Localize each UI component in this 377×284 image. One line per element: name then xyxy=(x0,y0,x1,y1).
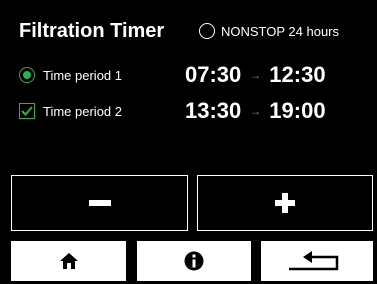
time-period-2-end[interactable]: 19:00 xyxy=(269,98,325,124)
radio-selected-dot xyxy=(23,71,31,79)
minus-icon xyxy=(88,200,111,206)
back-button[interactable] xyxy=(261,241,373,281)
time-period-row-2[interactable]: Time period 2 13:30 → 19:00 xyxy=(19,98,326,124)
nonstop-label: NONSTOP 24 hours xyxy=(221,23,340,39)
plus-icon xyxy=(275,193,295,213)
time-period-row-1[interactable]: Time period 1 07:30 → 12:30 xyxy=(19,62,326,88)
home-button[interactable] xyxy=(11,241,126,281)
page-title: Filtration Timer xyxy=(19,20,165,42)
info-icon xyxy=(184,251,204,271)
time-period-1-start[interactable]: 07:30 xyxy=(185,62,241,88)
plus-button[interactable] xyxy=(197,175,373,231)
checkmark-icon xyxy=(21,106,33,116)
time-period-2-label: Time period 2 xyxy=(43,103,122,119)
time-period-2-start[interactable]: 13:30 xyxy=(185,98,241,124)
arrow-right-icon: → xyxy=(249,68,262,82)
nonstop-radio[interactable] xyxy=(199,23,215,39)
time-period-2-checkbox[interactable] xyxy=(19,103,35,119)
time-period-1-label: Time period 1 xyxy=(43,67,122,83)
nonstop-option[interactable]: NONSTOP 24 hours xyxy=(199,23,339,39)
time-period-1-end[interactable]: 12:30 xyxy=(269,62,325,88)
minus-button[interactable] xyxy=(11,175,188,231)
info-button[interactable] xyxy=(137,241,251,281)
home-icon xyxy=(59,253,78,269)
return-arrow-icon xyxy=(289,251,339,271)
arrow-right-icon: → xyxy=(249,104,262,118)
time-period-1-radio[interactable] xyxy=(19,67,35,83)
